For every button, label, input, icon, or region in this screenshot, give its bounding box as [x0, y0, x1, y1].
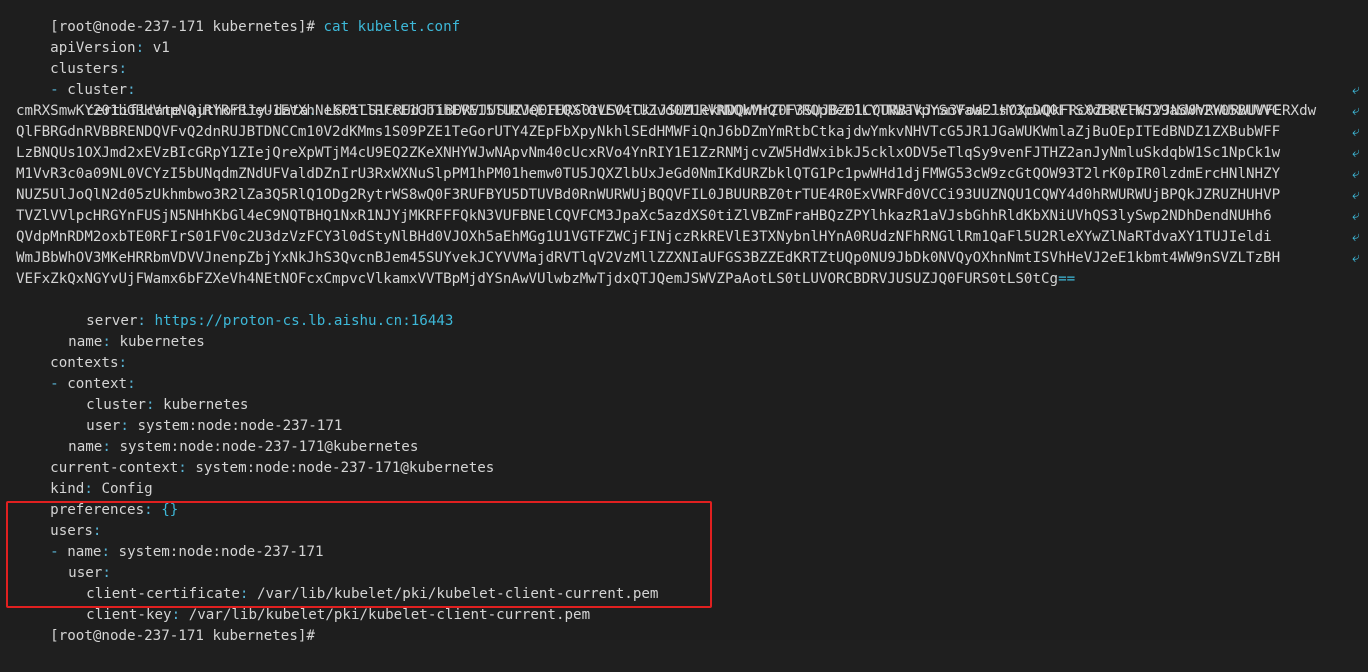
ca-data-line: WmJBbWhOV3MKeHRRbmVDVVJnenpZbjYxNkJhS3Qv…	[16, 248, 1280, 269]
line-wrap-icon: ⤶	[1352, 103, 1360, 119]
ca-data-tail: ==	[1058, 271, 1076, 287]
yaml-line-current-context: current-context: system:node:node-237-17…	[50, 460, 495, 476]
ca-data-chunk: TVZlVVlpcHRGYnFUSjN5NHhKbGl4eC9NQTBHQ1Nx…	[16, 208, 1272, 224]
line-wrap-icon: ⤶	[1352, 145, 1360, 161]
ca-data-chunk: WmJBbWhOV3MKeHRRbmVDVVJnenpZbjYxNkJhS3Qv…	[16, 250, 1281, 266]
ca-data-chunk: QlFBRGdnRVBBRENDQVFvQ2dnRUJBTDNCCm10V2dK…	[16, 124, 1281, 140]
ca-data-line: LzBNQUs1OXJmd2xEVzBIcGRpY1ZIejQreXpWTjM4…	[16, 143, 1280, 164]
ca-data-line: VEFxZkQxNGYvUjFWamx6bFZXeVh4NEtNOFcxCmpv…	[16, 269, 1075, 290]
line-wrap-icon: ⤶	[1352, 229, 1360, 245]
yaml-line-ca-data: certificate-authority-data: LS0tLS1CRUdJ…	[86, 103, 1317, 119]
ca-data-line: QlFBRGdnRVBBRENDQVFvQ2dnRUJBTDNCCm10V2dK…	[16, 122, 1280, 143]
line-wrap-icon: ⤶	[1352, 250, 1360, 266]
ca-data-line: NUZ5UlJoQlN2d05zUkhmbwo3R2lZa3Q5RlQ1ODg2…	[16, 185, 1280, 206]
yaml-line-contexts: contexts:	[50, 355, 128, 371]
ca-data-chunk: QVdpMnRDM2oxbTE0RFIrS01FV0c2U3dzVzFCY3l0…	[16, 229, 1272, 245]
yaml-line-cluster-name: name: kubernetes	[68, 334, 205, 350]
yaml-line-ctx-user: user: system:node:node-237-171	[86, 418, 343, 434]
line-wrap-icon: ⤶	[1352, 208, 1360, 224]
yaml-value: system:node:node-237-171@kubernetes	[195, 460, 495, 476]
shell-prompt: [root@node-237-171 kubernetes]#	[50, 628, 315, 644]
prompt-line-bottom[interactable]: [root@node-237-171 kubernetes]#	[16, 605, 325, 644]
terminal-window[interactable]: [root@node-237-171 kubernetes]# cat kube…	[0, 0, 1368, 644]
line-wrap-icon: ⤶	[1352, 166, 1360, 182]
ca-data-chunk: cmRXSmwKY201bGRHVnpNQjRYRFRJeU1EVXhNekF5…	[16, 103, 1281, 119]
yaml-value: kubernetes	[119, 334, 205, 350]
yaml-line-ctx-name: name: system:node:node-237-171@kubernete…	[68, 439, 419, 455]
command-text: cat kubelet.conf	[323, 19, 461, 35]
line-wrap-icon: ⤶	[1352, 82, 1360, 98]
ca-data-chunk: NUZ5UlJoQlN2d05zUkhmbwo3R2lZa3Q5RlQ1ODg2…	[16, 187, 1281, 203]
prompt-line-top: [root@node-237-171 kubernetes]# cat kube…	[16, 0, 460, 35]
yaml-line-server: server: https://proton-cs.lb.aishu.cn:16…	[86, 313, 454, 329]
yaml-line-ctx-cluster: cluster: kubernetes	[86, 397, 249, 413]
yaml-line-clusters: clusters:	[50, 61, 128, 77]
line-wrap-icon: ⤶	[1352, 124, 1360, 140]
annotation-highlight-box	[6, 501, 712, 608]
ca-data-line: M1VvR3c0a09NL0VCYzI5bUNqdmZNdUFValdDZnIr…	[16, 164, 1280, 185]
yaml-line-cluster: - cluster:	[50, 82, 136, 98]
ca-data-line: QVdpMnRDM2oxbTE0RFIrS01FV0c2U3dzVzFCY3l0…	[16, 227, 1272, 248]
yaml-line-kind: kind: Config	[50, 481, 153, 497]
ca-data-chunk: LzBNQUs1OXJmd2xEVzBIcGRpY1ZIejQreXpWTjM4…	[16, 145, 1281, 161]
yaml-value: v1	[152, 40, 170, 56]
ca-data-line: cmRXSmwKY201bGRHVnpNQjRYRFRJeU1EVXhNekF5…	[16, 101, 1280, 122]
yaml-line-context: - context:	[50, 376, 136, 392]
yaml-line-apiversion: apiVersion: v1	[50, 40, 170, 56]
yaml-line-preferences: preferences: {}	[50, 502, 179, 518]
ca-data-chunk: M1VvR3c0a09NL0VCYzI5bUNqdmZNdUFValdDZnIr…	[16, 166, 1281, 182]
line-wrap-icon: ⤶	[1352, 187, 1360, 203]
ca-data-line: TVZlVVlpcHRGYnFUSjN5NHhKbGl4eC9NQTBHQ1Nx…	[16, 206, 1272, 227]
ca-data-chunk: VEFxZkQxNGYvUjFWamx6bFZXeVh4NEtNOFcxCmpv…	[16, 271, 1059, 287]
